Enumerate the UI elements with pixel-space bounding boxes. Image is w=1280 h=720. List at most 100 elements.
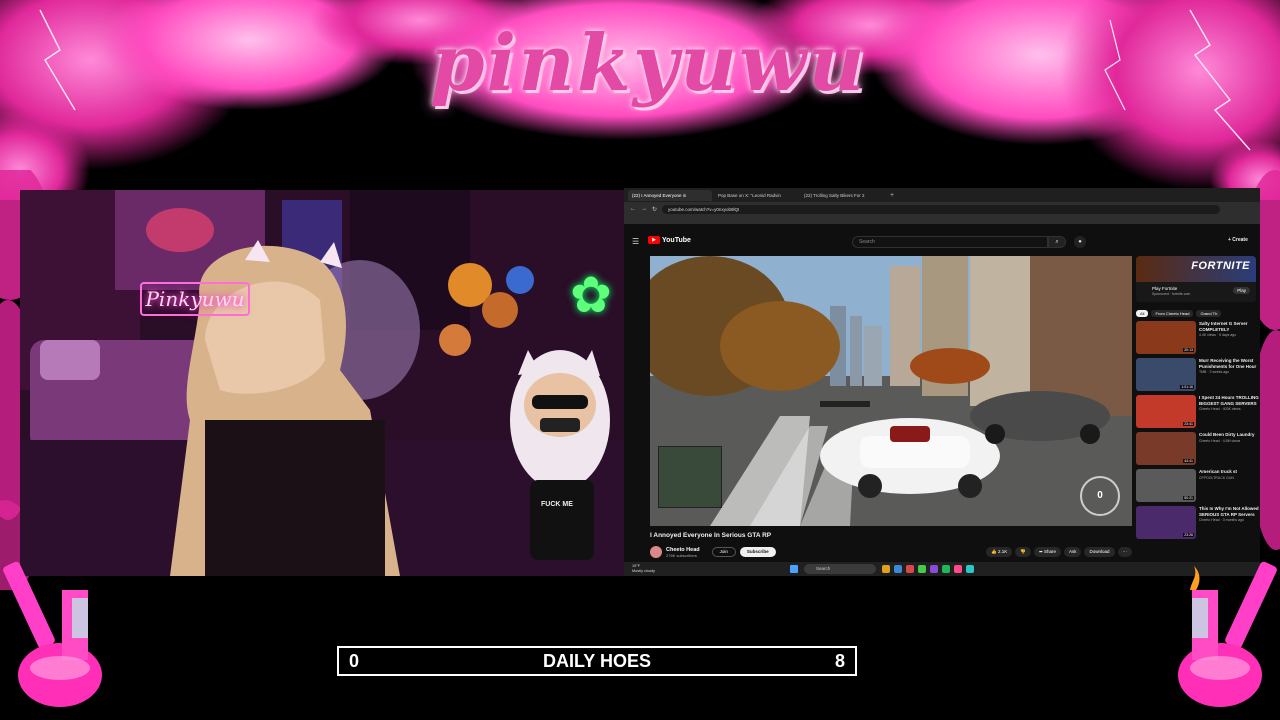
youtube-header: ☰ ▶ YouTube Search ⌕ ● + Create (624, 232, 1260, 252)
browser-tab[interactable]: (22) I Annoyed Everyone in (628, 189, 712, 201)
recommendation-text: Murr Receiving the Worst Punishments for… (1199, 358, 1259, 391)
recommendation-item[interactable]: 50:21 American truck st CFPOOLTRUCK GUN (1136, 469, 1260, 502)
ad-play-button[interactable]: Play (1233, 287, 1250, 294)
recommendation-title[interactable]: Salty Internet G Server COMPLETELY (1199, 321, 1259, 332)
counter-label: DAILY HOES (542, 651, 652, 671)
browser-tab[interactable]: Pop Base on X: "Leonid Radvin (714, 190, 798, 201)
gta-minimap (658, 446, 722, 508)
screen-capture: (22) I Annoyed Everyone in Pop Base on X… (624, 188, 1260, 576)
recommendation-item[interactable]: 23:26 This Is Why I'm Not Allowed SERIOUS… (1136, 506, 1260, 539)
recommendation-meta: 4.4K views · 5 days ago (1199, 333, 1237, 337)
chip-grand-theft[interactable]: Grand Th (1196, 310, 1222, 317)
filter-chips: All From Cheeto Head Grand Th (1136, 310, 1260, 317)
reload-icon[interactable]: ↻ (652, 206, 657, 213)
youtube-wordmark: YouTube (662, 236, 691, 244)
avatar-shirt-text: FUCK ME (541, 501, 573, 508)
ask-button[interactable]: Ask (1063, 547, 1082, 557)
recommendation-title[interactable]: I Spent 24 Hours TROLLING BIGGEST GANG S… (1199, 395, 1259, 406)
pink-bong-left (3, 561, 102, 707)
recommendation-thumbnail[interactable]: 50:21 (1136, 469, 1196, 502)
taskbar-search[interactable]: Search (804, 564, 876, 574)
url-field[interactable]: youtube.com/watch?v=y0nxyob9lQI (662, 204, 1220, 214)
menu-icon[interactable]: ☰ (632, 237, 639, 246)
chip-all[interactable]: All (1136, 310, 1149, 317)
video-duration: 23:41 (1183, 422, 1194, 426)
search-input[interactable]: Search (852, 236, 1048, 248)
recommendation-title[interactable]: Murr Receiving the Worst Punishments for… (1199, 358, 1259, 369)
like-button[interactable]: 👍 2.1K (986, 547, 1013, 557)
recommendation-title[interactable]: American truck st (1199, 469, 1259, 475)
search-icon[interactable]: ⌕ (1048, 236, 1066, 248)
recommendation-meta: TMB · 2 weeks ago (1199, 370, 1230, 374)
back-icon[interactable]: ← (630, 206, 636, 212)
channel-logo: pinkyuwu (430, 18, 867, 109)
subscribe-button[interactable]: Subscribe (739, 547, 776, 557)
download-button[interactable]: Download (1084, 547, 1115, 557)
app-icon[interactable] (918, 565, 926, 573)
browser-tab[interactable]: (22) Trolling Salty Bikers For 2 (800, 190, 884, 201)
join-button[interactable]: Join (711, 547, 736, 557)
neon-leaf-sign: ✿ (570, 267, 612, 323)
recommendation-meta: CFPOOLTRUCK GUN (1199, 475, 1234, 480)
create-button[interactable]: + Create (1228, 237, 1248, 243)
chip-channel[interactable]: From Cheeto Head (1151, 310, 1194, 317)
recommendation-meta: Cheeto Head · 3 months ago (1199, 518, 1244, 522)
forward-icon[interactable]: → (641, 206, 647, 212)
sponsored-ad[interactable]: FORTNITE Play Fortnite Sponsored · fortn… (1136, 256, 1256, 302)
pink-bong-right (1178, 561, 1277, 707)
speedometer: 0 (1080, 476, 1120, 516)
app-icon[interactable] (954, 565, 962, 573)
taskbar-apps (882, 565, 974, 573)
channel-subscriber-count: 276K subscribers (666, 552, 697, 558)
app-icon[interactable] (882, 565, 890, 573)
recommendation-thumbnail[interactable]: 23:41 (1136, 395, 1196, 428)
recommendation-thumbnail[interactable]: 1:01:16 (1136, 358, 1196, 391)
recommendation-thumbnail[interactable]: 20:13 (1136, 321, 1196, 354)
recommendation-title[interactable]: This Is Why I'm Not Allowed SERIOUS GTA … (1199, 506, 1259, 517)
video-duration: 1:01:16 (1180, 385, 1194, 389)
weather-widget[interactable]: 19°F Mostly cloudy (632, 564, 655, 573)
app-icon[interactable] (942, 565, 950, 573)
webcam-feed: Pinkyuwu ✿ FUCK ME (20, 190, 624, 576)
ad-sponsor: Sponsored · fortnite.com (1152, 292, 1191, 296)
more-actions-button[interactable]: ⋯ (1117, 547, 1132, 557)
address-bar: ← → ↻ youtube.com/watch?v=y0nxyob9lQI (624, 202, 1260, 216)
new-tab-button[interactable]: + (886, 190, 896, 201)
video-duration: 44:41 (1183, 459, 1194, 463)
youtube-play-icon: ▶ (648, 236, 660, 244)
ad-brand: FORTNITE (1191, 260, 1250, 272)
recommendation-meta: Cheeto Head · 403K views (1199, 407, 1241, 411)
windows-start-icon[interactable] (790, 565, 798, 573)
recommendation-thumbnail[interactable]: 44:41 (1136, 432, 1196, 465)
recommendation-item[interactable]: 23:41 I Spent 24 Hours TROLLING BIGGEST G… (1136, 395, 1260, 428)
channel-name[interactable]: Cheeto Head (666, 547, 700, 553)
recommendations-sidebar: FORTNITE Play Fortnite Sponsored · fortn… (1136, 256, 1260, 556)
recommendation-text: This Is Why I'm Not Allowed SERIOUS GTA … (1199, 506, 1259, 539)
youtube-logo[interactable]: ▶ YouTube (648, 236, 691, 244)
channel-avatar[interactable] (650, 546, 662, 558)
ad-title: Play Fortnite (1152, 286, 1178, 291)
video-duration: 20:13 (1183, 348, 1194, 352)
app-icon[interactable] (930, 565, 938, 573)
recommendation-list: 20:13 Salty Internet G Server COMPLETELY 4… (1136, 321, 1260, 539)
app-icon[interactable] (966, 565, 974, 573)
video-actions: 👍 2.1K 👎 ➦ Share Ask Download ⋯ (986, 547, 1132, 557)
app-icon[interactable] (894, 565, 902, 573)
recommendation-text: American truck st CFPOOLTRUCK GUN (1199, 469, 1259, 502)
share-button[interactable]: ➦ Share (1033, 547, 1061, 557)
recommendation-meta: Cheeto Head · 4.5M views (1199, 438, 1241, 443)
bedroom-scene (20, 190, 624, 576)
video-duration: 23:26 (1183, 533, 1194, 537)
recommendation-item[interactable]: 20:13 Salty Internet G Server COMPLETELY 4… (1136, 321, 1260, 354)
video-player[interactable]: 0 (650, 256, 1132, 526)
recommendation-item[interactable]: 1:01:16 Murr Receiving the Worst Punishme… (1136, 358, 1260, 391)
ad-info: Play Fortnite Sponsored · fortnite.com P… (1136, 282, 1256, 302)
recommendation-item[interactable]: 44:41 Could Been Dirty Laundry Cheeto Head… (1136, 432, 1260, 465)
dislike-button[interactable]: 👎 (1015, 547, 1031, 557)
app-icon[interactable] (906, 565, 914, 573)
recommendation-thumbnail[interactable]: 23:26 (1136, 506, 1196, 539)
recommendation-text: Salty Internet G Server COMPLETELY 4.4K v… (1199, 321, 1259, 354)
recommendation-title[interactable]: Could Been Dirty Laundry (1199, 432, 1259, 438)
video-duration: 50:21 (1183, 496, 1194, 500)
microphone-icon[interactable]: ● (1074, 236, 1086, 248)
